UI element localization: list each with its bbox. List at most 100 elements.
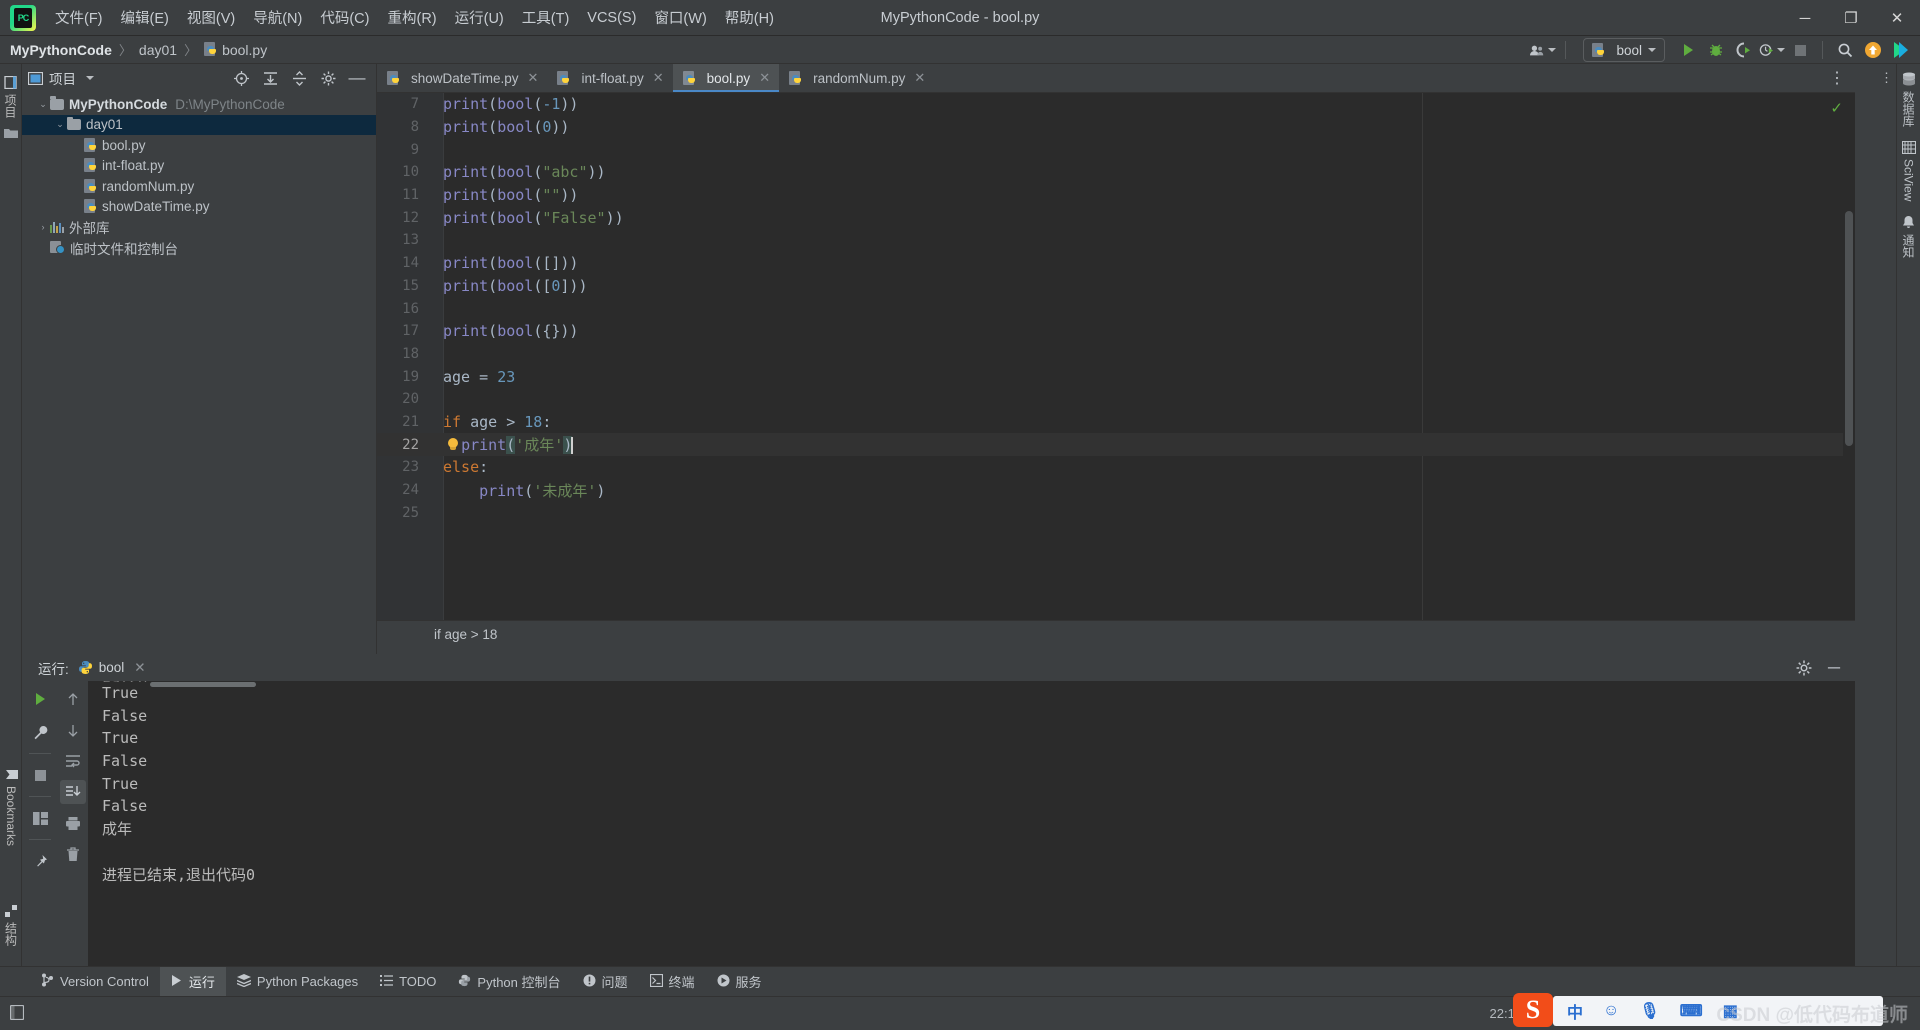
editor-tab-bool.py[interactable]: bool.py ✕ bbox=[672, 64, 780, 92]
code-line-14[interactable]: 14 print(bool([])) bbox=[377, 252, 1855, 275]
collapse-all-button[interactable] bbox=[286, 66, 312, 90]
tree-node-bool.py[interactable]: bool.py bbox=[22, 135, 376, 156]
menu-item-6[interactable]: 运行(U) bbox=[446, 3, 513, 32]
tree-expand-arrow[interactable]: ⌄ bbox=[36, 99, 50, 110]
layout-settings-button[interactable] bbox=[27, 806, 53, 830]
expand-all-button[interactable] bbox=[257, 66, 283, 90]
menu-item-1[interactable]: 编辑(E) bbox=[112, 3, 178, 32]
code-line-11[interactable]: 11 print(bool("")) bbox=[377, 184, 1855, 207]
maximize-button[interactable]: ❐ bbox=[1828, 0, 1874, 36]
code-line-21[interactable]: 21 if age > 18: bbox=[377, 411, 1855, 434]
code-line-23[interactable]: 23 else: bbox=[377, 456, 1855, 479]
menu-item-3[interactable]: 导航(N) bbox=[244, 3, 311, 32]
code-line-13[interactable]: 13 bbox=[377, 229, 1855, 252]
editor-tab-int-float.py[interactable]: int-float.py ✕ bbox=[547, 64, 672, 92]
scroll-down-button[interactable] bbox=[60, 718, 86, 742]
editor-scrollbar[interactable] bbox=[1843, 93, 1855, 620]
profile-button[interactable] bbox=[1759, 38, 1785, 62]
scroll-to-end-button[interactable] bbox=[60, 780, 86, 804]
run-button[interactable] bbox=[1675, 38, 1701, 62]
sidebar-item-project[interactable]: 项目 bbox=[2, 76, 19, 118]
sidebar-item-notifications[interactable]: 通知 bbox=[1900, 215, 1917, 258]
soft-wrap-button[interactable] bbox=[60, 749, 86, 773]
rerun-button[interactable] bbox=[27, 687, 53, 711]
code-line-10[interactable]: 10 print(bool("abc")) bbox=[377, 161, 1855, 184]
inspection-ok-icon[interactable]: ✓ bbox=[1830, 99, 1843, 117]
stop-process-button[interactable] bbox=[27, 763, 53, 787]
stop-button[interactable] bbox=[1787, 38, 1813, 62]
run-window-settings-gear-icon[interactable] bbox=[1791, 656, 1817, 680]
code-line-17[interactable]: 17 print(bool({})) bbox=[377, 320, 1855, 343]
tree-node-randomNum.py[interactable]: randomNum.py bbox=[22, 176, 376, 197]
pycharm-brand-icon[interactable] bbox=[1888, 38, 1914, 62]
print-button[interactable] bbox=[60, 811, 86, 835]
edit-run-configuration-button[interactable] bbox=[27, 720, 53, 744]
editor-tabs-more-icon[interactable]: ⋮ bbox=[1819, 64, 1855, 92]
bottom-tab-问题[interactable]: 问题 bbox=[572, 967, 639, 997]
project-tree[interactable]: ⌄ MyPythonCode D:\MyPythonCode ⌄ day01 bool.p… bbox=[22, 92, 376, 654]
close-button[interactable]: ✕ bbox=[1874, 0, 1920, 36]
tree-node-临时文件和控制台[interactable]: 临时文件和控制台 bbox=[22, 238, 376, 259]
minimize-button[interactable]: ─ bbox=[1782, 0, 1828, 36]
code-editor[interactable]: 7 print(bool(-1)) 8 print(bool(0)) 9 10 print(… bbox=[377, 93, 1855, 620]
debug-button[interactable] bbox=[1703, 38, 1729, 62]
bottom-tab-Python 控制台[interactable]: Python 控制台 bbox=[447, 967, 571, 997]
code-line-16[interactable]: 16 bbox=[377, 297, 1855, 320]
menu-item-7[interactable]: 工具(T) bbox=[513, 3, 579, 32]
ime-toolbar[interactable]: 中 ☺ 🎙 ⌨ ▦ bbox=[1553, 996, 1883, 1026]
code-line-24[interactable]: 24 print('未成年') bbox=[377, 479, 1855, 502]
menu-item-10[interactable]: 帮助(H) bbox=[716, 3, 783, 32]
breadcrumb-folder[interactable]: day01 bbox=[139, 42, 177, 58]
menu-item-8[interactable]: VCS(S) bbox=[578, 6, 645, 30]
pin-tab-button[interactable] bbox=[27, 849, 53, 873]
hide-run-window-button[interactable]: ─ bbox=[1821, 656, 1847, 680]
tree-node-day01[interactable]: ⌄ day01 bbox=[22, 114, 376, 135]
bottom-tab-运行[interactable]: 运行 bbox=[159, 966, 226, 997]
sidebar-item-structure[interactable]: 结构 bbox=[3, 905, 20, 946]
bottom-tab-Version Control[interactable]: Version Control bbox=[30, 967, 160, 997]
intention-bulb-icon[interactable] bbox=[446, 437, 460, 452]
user-account-icon[interactable] bbox=[1530, 38, 1557, 62]
bottom-tab-服务[interactable]: 服务 bbox=[706, 967, 773, 997]
code-line-19[interactable]: 19 age = 23 bbox=[377, 365, 1855, 388]
editor-breadcrumb[interactable]: if age > 18 bbox=[377, 620, 1855, 648]
tree-node-MyPythonCode[interactable]: ⌄ MyPythonCode D:\MyPythonCode bbox=[22, 94, 376, 115]
tree-expand-arrow[interactable]: ⌄ bbox=[53, 119, 67, 130]
breadcrumb-file[interactable]: bool.py bbox=[204, 42, 267, 58]
open-tool-windows-icon[interactable] bbox=[9, 1004, 25, 1023]
editor-tab-close-icon[interactable]: ✕ bbox=[914, 70, 925, 86]
code-line-7[interactable]: 7 print(bool(-1)) bbox=[377, 93, 1855, 116]
menu-item-0[interactable]: 文件(F) bbox=[46, 3, 112, 32]
run-session-tab[interactable]: bool ✕ bbox=[78, 660, 146, 676]
code-line-22[interactable]: 22 print('成年') bbox=[377, 433, 1855, 456]
editor-scrollbar-thumb[interactable] bbox=[1845, 211, 1853, 446]
editor-more-options-icon[interactable]: ⋮ bbox=[1880, 70, 1894, 86]
ime-menu-icon[interactable]: ▦ bbox=[1723, 1001, 1738, 1021]
sidebar-item-bookmarks[interactable]: Bookmarks bbox=[4, 768, 18, 846]
tree-expand-arrow[interactable]: › bbox=[36, 222, 50, 232]
bottom-tab-终端[interactable]: 终端 bbox=[639, 967, 706, 997]
editor-tab-close-icon[interactable]: ✕ bbox=[528, 70, 539, 86]
code-line-9[interactable]: 9 bbox=[377, 138, 1855, 161]
select-opened-file-button[interactable] bbox=[228, 66, 254, 90]
folder-strip-icon[interactable] bbox=[3, 126, 18, 144]
code-line-25[interactable]: 25 bbox=[377, 501, 1855, 524]
editor-tab-close-icon[interactable]: ✕ bbox=[759, 70, 770, 86]
code-line-12[interactable]: 12 print(bool("False")) bbox=[377, 206, 1855, 229]
tree-node-showDateTime.py[interactable]: showDateTime.py bbox=[22, 197, 376, 218]
run-configuration-selector[interactable]: bool bbox=[1583, 38, 1665, 62]
project-scope-chevron-down-icon[interactable] bbox=[86, 76, 94, 80]
update-project-icon[interactable] bbox=[1860, 38, 1886, 62]
console-horizontal-scrollbar[interactable] bbox=[150, 682, 256, 687]
ime-keyboard-icon[interactable]: ⌨ bbox=[1680, 1001, 1703, 1021]
sidebar-item-sciview[interactable]: SciView bbox=[1901, 141, 1916, 201]
tree-node-外部库[interactable]: › 外部库 bbox=[22, 217, 376, 238]
sogou-ime-icon[interactable]: S bbox=[1513, 993, 1553, 1027]
scroll-up-button[interactable] bbox=[60, 687, 86, 711]
bottom-tab-TODO[interactable]: TODO bbox=[369, 967, 447, 997]
run-with-coverage-button[interactable] bbox=[1731, 38, 1757, 62]
menu-item-4[interactable]: 代码(C) bbox=[311, 3, 378, 32]
sidebar-item-database[interactable]: 数据库 bbox=[1900, 72, 1917, 127]
editor-tab-randomNum.py[interactable]: randomNum.py ✕ bbox=[779, 64, 934, 92]
ime-emoji-icon[interactable]: ☺ bbox=[1603, 1002, 1619, 1020]
